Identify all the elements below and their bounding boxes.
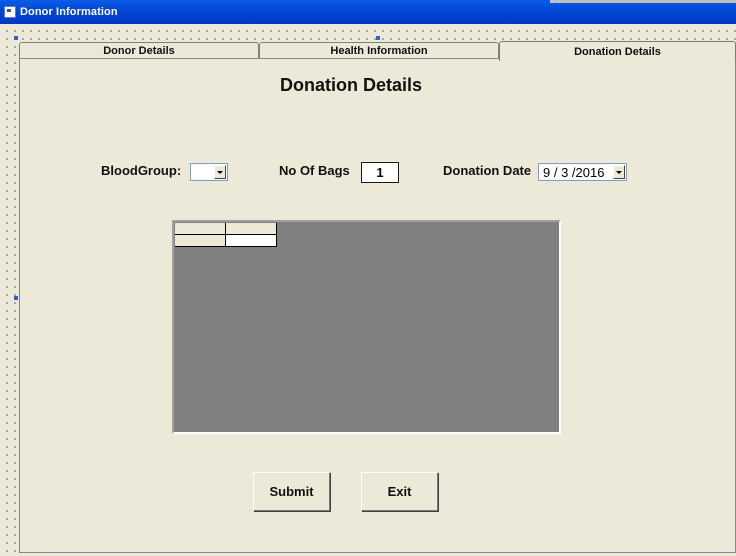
submit-button[interactable]: Submit	[253, 472, 330, 511]
title-bar[interactable]: Donor Information	[0, 0, 736, 24]
tab-label: Donation Details	[574, 45, 661, 58]
window-title: Donor Information	[20, 6, 118, 18]
bags-label: No Of Bags	[279, 163, 350, 178]
bags-input[interactable]	[361, 162, 399, 183]
grid-header-cell	[226, 223, 277, 235]
tab-donation-details[interactable]: Donation Details	[499, 41, 736, 61]
dropdown-button[interactable]	[613, 165, 625, 179]
chevron-down-icon	[217, 170, 223, 174]
chevron-down-icon	[616, 170, 622, 174]
grid-header-cell	[175, 223, 226, 235]
selection-handle[interactable]	[14, 296, 18, 300]
grid-row-header	[175, 235, 226, 247]
donation-date-value: 9 / 3 /2016	[543, 165, 605, 180]
donation-date-picker[interactable]: 9 / 3 /2016	[538, 163, 627, 181]
form-icon	[4, 6, 16, 18]
donation-date-label: Donation Date	[443, 163, 532, 178]
tab-donor-details[interactable]: Donor Details	[19, 42, 259, 59]
tab-label: Donor Details	[103, 45, 175, 57]
blood-group-label: BloodGroup:	[101, 163, 182, 178]
data-grid[interactable]	[172, 220, 561, 434]
exit-button[interactable]: Exit	[361, 472, 438, 511]
blood-group-select[interactable]	[190, 163, 228, 181]
tab-health-information[interactable]: Health Information	[259, 42, 499, 59]
page-title: Donation Details	[280, 75, 423, 95]
dropdown-button[interactable]	[214, 165, 226, 179]
selection-handle[interactable]	[14, 36, 18, 40]
grid-cell[interactable]	[226, 235, 277, 247]
selection-handle[interactable]	[376, 36, 380, 40]
titlebar-strip	[550, 0, 736, 3]
tab-label: Health Information	[330, 45, 428, 57]
